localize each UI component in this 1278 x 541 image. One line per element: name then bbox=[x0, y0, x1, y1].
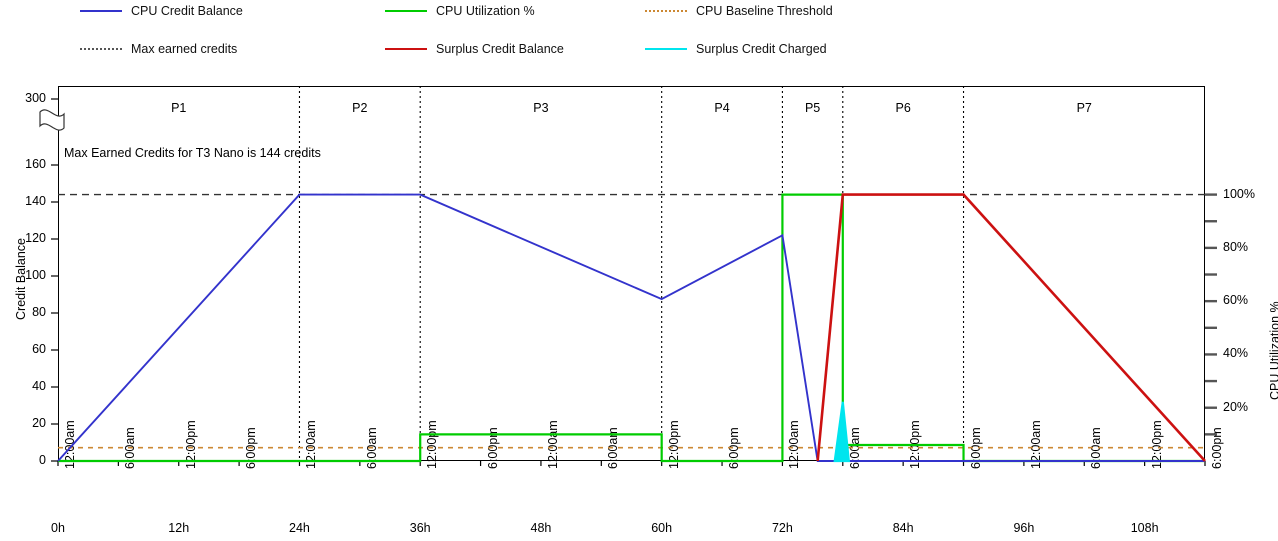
period-label-p1: P1 bbox=[171, 101, 187, 115]
period-label-p4: P4 bbox=[714, 101, 730, 115]
legend-label-4: Surplus Credit Balance bbox=[436, 42, 564, 56]
right-tick-80: 80% bbox=[1223, 239, 1249, 254]
x-time-label-30: 6:00am bbox=[364, 427, 379, 469]
legend-item-5[interactable]: Surplus Credit Charged bbox=[645, 42, 827, 56]
left-tick-100: 100 bbox=[25, 268, 46, 282]
x-time-label-6: 6:00am bbox=[123, 427, 138, 469]
legend-label-2: CPU Baseline Threshold bbox=[696, 4, 833, 18]
x-time-label-114: 6:00pm bbox=[1210, 427, 1224, 469]
legend-item-4[interactable]: Surplus Credit Balance bbox=[385, 42, 564, 56]
x-hour-label-108: 108h bbox=[1130, 521, 1159, 535]
legend-swatch-2 bbox=[645, 10, 687, 12]
left-tick-40: 40 bbox=[32, 379, 46, 393]
x-time-label-48: 12:00am bbox=[545, 420, 560, 469]
legend-swatch-5 bbox=[645, 48, 687, 50]
x-hour-label-36: 36h bbox=[409, 521, 431, 535]
right-tick-100: 100% bbox=[1223, 186, 1255, 201]
x-time-label-12: 12:00pm bbox=[183, 420, 198, 469]
x-time-label-54: 6:00am bbox=[606, 427, 621, 469]
right-tick-40: 40% bbox=[1223, 346, 1249, 361]
legend-label-3: Max earned credits bbox=[131, 42, 238, 56]
right-tick-60: 60% bbox=[1223, 293, 1249, 308]
x-hour-label-72: 72h bbox=[771, 521, 793, 535]
left-tick-20: 20 bbox=[32, 416, 46, 430]
left-tick-140: 140 bbox=[25, 194, 46, 208]
x-time-label-66: 6:00pm bbox=[727, 427, 742, 469]
period-label-p5: P5 bbox=[804, 101, 821, 115]
x-hour-label-96: 96h bbox=[1013, 521, 1035, 535]
period-label-p3: P3 bbox=[533, 101, 549, 115]
x-hour-label-0: 0h bbox=[51, 521, 65, 535]
left-tick-300: 300 bbox=[25, 91, 46, 105]
left-tick-60: 60 bbox=[32, 342, 46, 356]
left-tick-160: 160 bbox=[25, 157, 46, 171]
x-hour-label-12: 12h bbox=[168, 521, 190, 535]
legend-swatch-4 bbox=[385, 48, 427, 50]
max-credits-annotation: Max Earned Credits for T3 Nano is 144 cr… bbox=[64, 146, 321, 160]
x-time-label-90: 6:00pm bbox=[968, 427, 983, 469]
chart-legend: CPU Credit Balance CPU Utilization % CPU B… bbox=[0, 0, 1278, 62]
x-hour-label-84: 84h bbox=[892, 521, 914, 535]
x-time-label-84: 12:00pm bbox=[908, 420, 923, 469]
right-axis-title: CPU Utilization % bbox=[1268, 301, 1278, 400]
left-tick-120: 120 bbox=[25, 231, 46, 245]
x-time-label-18: 6:00pm bbox=[244, 427, 259, 469]
x-hour-label-24: 24h bbox=[289, 521, 310, 535]
legend-swatch-0 bbox=[80, 10, 122, 12]
legend-item-3[interactable]: Max earned credits bbox=[80, 42, 237, 56]
legend-swatch-1 bbox=[385, 10, 427, 12]
legend-item-0[interactable]: CPU Credit Balance bbox=[80, 4, 243, 18]
left-tick-80: 80 bbox=[32, 305, 46, 319]
x-hour-label-48: 48h bbox=[530, 521, 552, 535]
legend-item-1[interactable]: CPU Utilization % bbox=[385, 4, 535, 18]
x-time-label-78: 6:00am bbox=[847, 427, 862, 469]
x-time-label-42: 6:00pm bbox=[485, 427, 500, 469]
legend-item-2[interactable]: CPU Baseline Threshold bbox=[645, 4, 833, 18]
legend-label-0: CPU Credit Balance bbox=[131, 4, 243, 18]
left-tick-0: 0 bbox=[39, 453, 46, 467]
chart-root: CPU Credit Balance CPU Utilization % CPU B… bbox=[0, 0, 1278, 541]
legend-label-5: Surplus Credit Charged bbox=[696, 42, 827, 56]
x-time-label-102: 6:00am bbox=[1089, 427, 1104, 469]
period-label-p2: P2 bbox=[352, 101, 368, 115]
x-time-label-0: 12:00am bbox=[63, 420, 77, 469]
x-time-label-36: 12:00pm bbox=[425, 420, 440, 469]
right-tick-20: 20% bbox=[1223, 399, 1249, 414]
period-label-p7: P7 bbox=[1076, 101, 1092, 115]
legend-swatch-3 bbox=[80, 48, 122, 50]
plot-area bbox=[58, 86, 1205, 461]
x-hour-label-60: 60h bbox=[651, 521, 673, 535]
legend-label-1: CPU Utilization % bbox=[436, 4, 535, 18]
x-time-label-108: 12:00pm bbox=[1149, 420, 1164, 469]
x-time-label-72: 12:00am bbox=[787, 420, 802, 469]
x-time-label-96: 12:00am bbox=[1028, 420, 1043, 469]
x-time-label-24: 12:00am bbox=[304, 420, 319, 469]
period-label-p6: P6 bbox=[895, 101, 911, 115]
x-time-label-60: 12:00pm bbox=[666, 420, 681, 469]
